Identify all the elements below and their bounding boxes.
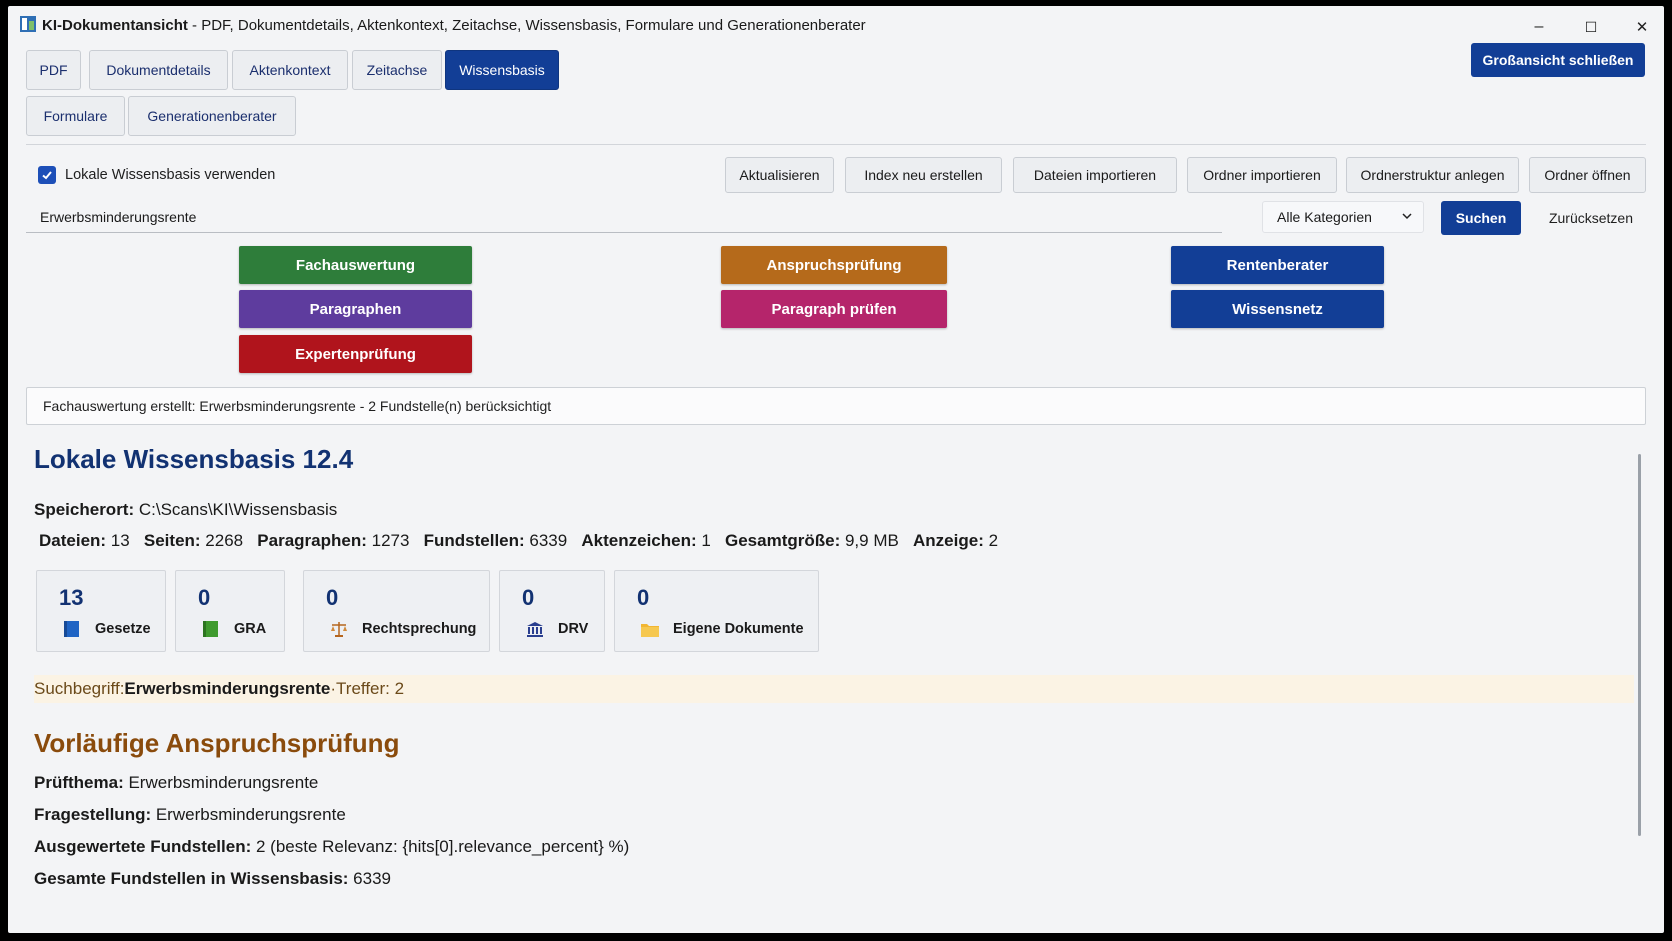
- search-button[interactable]: Suchen: [1441, 201, 1521, 235]
- section-title: Vorläufige Anspruchsprüfung: [34, 728, 400, 758]
- tab-zeitachse[interactable]: Zeitachse: [352, 50, 442, 90]
- chevron-down-icon: [1402, 213, 1412, 220]
- stat-count: 0: [198, 585, 211, 610]
- reset-button[interactable]: Zurücksetzen: [1535, 201, 1647, 235]
- kb-stats-line: Dateien: 13 Seiten: 2268 Paragraphen: 12…: [39, 531, 999, 550]
- category-select[interactable]: Alle Kategorien: [1262, 201, 1424, 233]
- paragraph-pruefen-button[interactable]: Paragraph prüfen: [721, 290, 947, 328]
- maximize-button[interactable]: ☐: [1568, 12, 1614, 42]
- tab-formulare[interactable]: Formulare: [26, 96, 125, 136]
- status-text: Fachauswertung erstellt: Erwerbsminderun…: [43, 398, 552, 414]
- stat-count: 0: [522, 585, 535, 610]
- checkbox-label: Lokale Wissensbasis verwenden: [65, 167, 276, 183]
- detail-line: Prüfthema: Erwerbsminderungsrente: [34, 773, 319, 792]
- stat-count: 0: [637, 585, 650, 610]
- tab-wissensbasis[interactable]: Wissensbasis: [445, 50, 559, 90]
- refresh-button[interactable]: Aktualisieren: [725, 157, 834, 193]
- stat-label: DRV: [526, 621, 588, 637]
- stat-card-eigene-dokumente[interactable]: 0 Eigene Dokumente: [614, 570, 819, 652]
- stat-card-drv[interactable]: 0 DRV: [499, 570, 605, 652]
- search-summary-banner: Suchbegriff: Erwerbsminderungsrente · Tr…: [34, 675, 1634, 703]
- divider: [26, 144, 1646, 145]
- window-title: KI-Dokumentansicht - PDF, Dokumentdetail…: [42, 17, 866, 34]
- stat-label: Gesetze: [63, 621, 151, 637]
- law-book-icon: [64, 621, 79, 637]
- stat-card-gra[interactable]: 0 GRA: [175, 570, 285, 652]
- expertenpruefung-button[interactable]: Expertenprüfung: [239, 335, 472, 373]
- open-folder-button[interactable]: Ordner öffnen: [1529, 157, 1646, 193]
- tab-aktenkontext[interactable]: Aktenkontext: [232, 50, 348, 90]
- stat-count: 0: [326, 585, 339, 610]
- stat-count: 13: [59, 585, 84, 610]
- title-bar: KI-Dokumentansicht - PDF, Dokumentdetail…: [8, 6, 1664, 44]
- anspruchspruefung-button[interactable]: Anspruchsprüfung: [721, 246, 947, 284]
- stat-label: Rechtsprechung: [330, 621, 476, 637]
- import-folder-button[interactable]: Ordner importieren: [1187, 157, 1337, 193]
- fachauswertung-button[interactable]: Fachauswertung: [239, 246, 472, 284]
- institution-icon: [527, 622, 543, 637]
- search-input[interactable]: [26, 201, 1222, 233]
- status-message: Fachauswertung erstellt: Erwerbsminderun…: [26, 387, 1646, 425]
- create-folder-structure-button[interactable]: Ordnerstruktur anlegen: [1346, 157, 1519, 193]
- kb-title: Lokale Wissensbasis 12.4: [34, 444, 354, 474]
- tab-generationenberater[interactable]: Generationenberater: [128, 96, 296, 136]
- rebuild-index-button[interactable]: Index neu erstellen: [845, 157, 1002, 193]
- close-window-button[interactable]: ✕: [1619, 12, 1664, 42]
- category-select-value: Alle Kategorien: [1277, 209, 1372, 225]
- tab-pdf[interactable]: PDF: [26, 50, 81, 90]
- stat-card-gesetze[interactable]: 13 Gesetze: [36, 570, 166, 652]
- wissensnetz-button[interactable]: Wissensnetz: [1171, 290, 1384, 328]
- vertical-scrollbar[interactable]: [1638, 454, 1641, 836]
- use-local-kb-checkbox[interactable]: Lokale Wissensbasis verwenden: [38, 166, 275, 184]
- stat-label: GRA: [202, 621, 266, 637]
- detail-line: Fragestellung: Erwerbsminderungsrente: [34, 805, 346, 824]
- knowledge-base-content: Lokale Wissensbasis 12.4 Speicherort: C:…: [26, 434, 1646, 924]
- close-fullscreen-button[interactable]: Großansicht schließen: [1471, 43, 1645, 77]
- rentenberater-button[interactable]: Rentenberater: [1171, 246, 1384, 284]
- storage-location: Speicherort: C:\Scans\KI\Wissensbasis: [34, 500, 338, 519]
- green-book-icon: [203, 621, 218, 637]
- minimize-button[interactable]: –: [1516, 12, 1562, 42]
- checkbox-checked-icon[interactable]: [38, 166, 56, 184]
- stat-card-rechtsprechung[interactable]: 0 Rechtsprechung: [303, 570, 490, 652]
- folder-icon: [641, 624, 659, 637]
- tab-dokumentdetails[interactable]: Dokumentdetails: [89, 50, 228, 90]
- import-files-button[interactable]: Dateien importieren: [1013, 157, 1177, 193]
- stat-label: Eigene Dokumente: [641, 621, 804, 637]
- paragraphen-button[interactable]: Paragraphen: [239, 290, 472, 328]
- detail-line: Ausgewertete Fundstellen: 2 (beste Relev…: [34, 837, 630, 856]
- app-window: KI-Dokumentansicht - PDF, Dokumentdetail…: [8, 6, 1664, 933]
- app-icon: [20, 16, 36, 32]
- scales-icon: [331, 622, 347, 637]
- detail-line: Gesamte Fundstellen in Wissensbasis: 633…: [34, 869, 391, 888]
